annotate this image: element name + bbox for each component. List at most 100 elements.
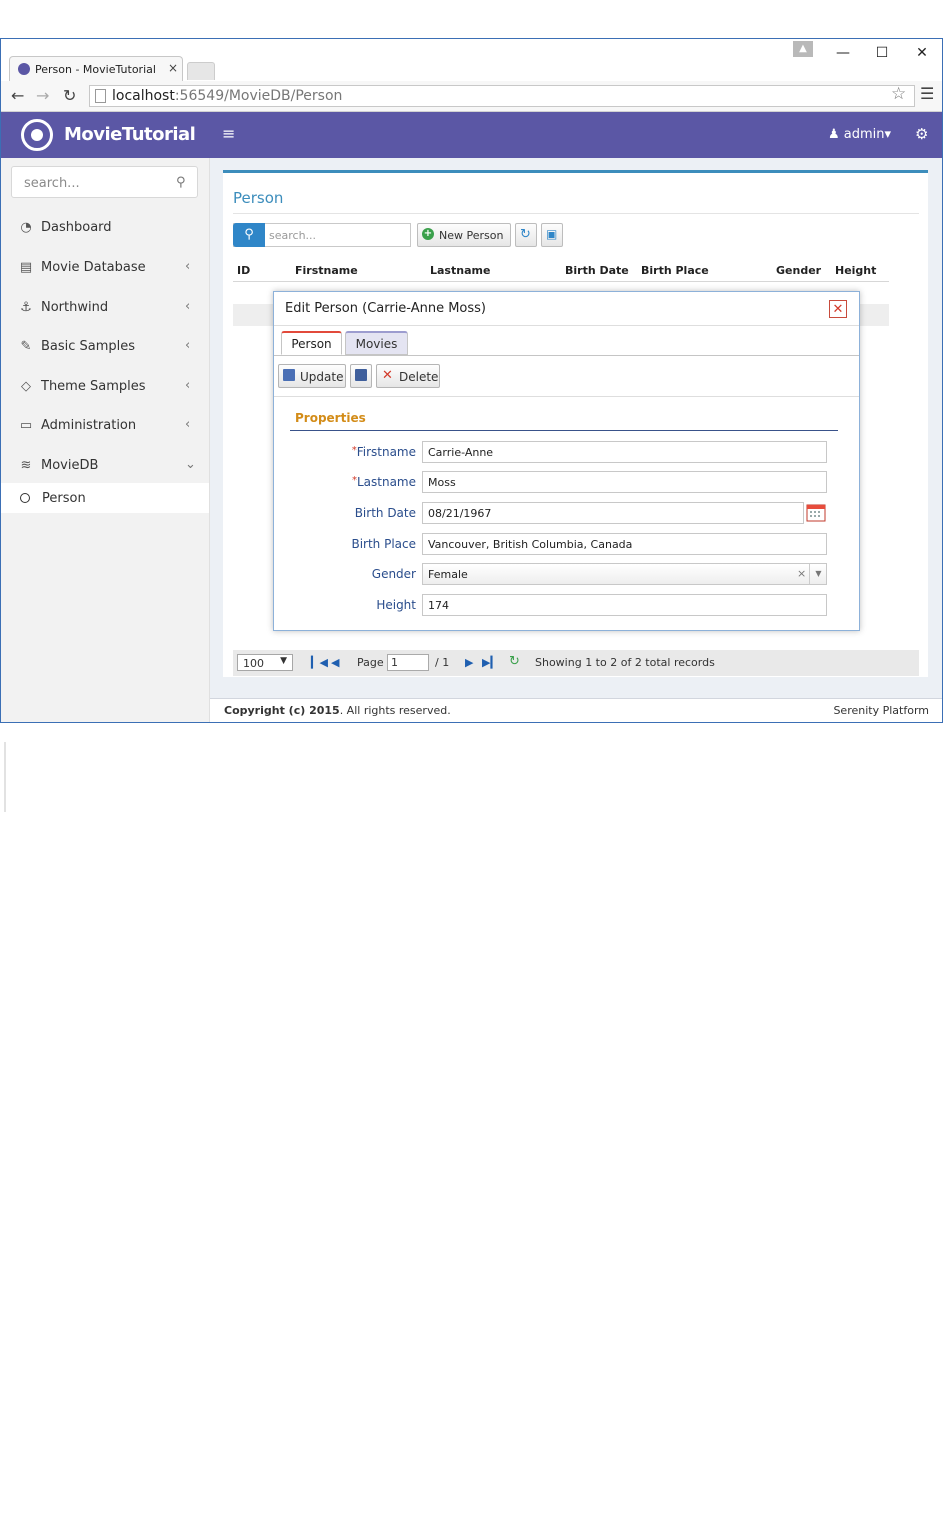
edit-person-dialog: Edit Person (Carrie-Anne Moss) ✕ Person … <box>273 291 860 631</box>
chevron-left-icon: ‹ <box>185 417 191 432</box>
sidebar-item-label: Movie Database <box>41 260 146 275</box>
sidebar-item-northwind[interactable]: ⚓ Northwind ‹ <box>1 289 209 327</box>
sidebar-toggle-icon[interactable]: ≡ <box>222 124 235 143</box>
caret-down-icon: ▼ <box>280 656 287 666</box>
sidebar-subitem-label: Person <box>42 491 86 506</box>
browser-titlebar: Person - MovieTutorial × ▲ — ☐ ✕ <box>1 39 942 82</box>
chevron-left-icon: ‹ <box>185 338 191 353</box>
sidebar-item-movie-database[interactable]: ▤ Movie Database ‹ <box>1 249 209 287</box>
reload-icon[interactable]: ↻ <box>63 86 76 105</box>
title-divider <box>233 213 919 214</box>
sidebar-item-theme-samples[interactable]: ◇ Theme Samples ‹ <box>1 368 209 406</box>
next-page-icon[interactable]: ▶ <box>465 656 473 669</box>
chevron-down-icon[interactable]: ▼ <box>809 564 827 584</box>
column-header-firstname[interactable]: Firstname <box>295 264 358 277</box>
delete-label: Delete <box>399 370 439 384</box>
refresh-button[interactable]: ↻ <box>515 223 537 247</box>
last-page-icon[interactable]: ▶▎ <box>482 656 499 669</box>
column-header-id[interactable]: ID <box>237 264 250 277</box>
birth-date-label: Birth Date <box>354 506 416 520</box>
profile-icon[interactable]: ▲ <box>793 41 813 57</box>
logo-text[interactable]: MovieTutorial <box>64 124 196 145</box>
tab-title: Person - MovieTutorial <box>35 63 156 76</box>
column-header-lastname[interactable]: Lastname <box>430 264 490 277</box>
user-name: admin <box>843 127 885 142</box>
close-window-button[interactable]: ✕ <box>907 43 937 63</box>
pager: 100 ▼ ▎◀ ◀ Page 1 / 1 ▶ ▶▎ ↻ Showing 1 t… <box>233 650 919 676</box>
diamond-icon: ◇ <box>21 379 31 394</box>
update-button[interactable]: Update <box>278 364 346 388</box>
tab-person[interactable]: Person <box>281 331 342 355</box>
sidebar-item-basic-samples[interactable]: ✎ Basic Samples ‹ <box>1 328 209 366</box>
clear-icon[interactable]: × <box>797 567 806 580</box>
delete-icon: ✕ <box>382 368 393 383</box>
dialog-title: Edit Person (Carrie-Anne Moss) <box>285 301 487 316</box>
chevron-left-icon: ‹ <box>185 378 191 393</box>
save-close-icon <box>355 369 367 381</box>
delete-button[interactable]: ✕ Delete <box>376 364 440 388</box>
gear-icon[interactable]: ⚙ <box>915 125 928 143</box>
column-header-birth-place[interactable]: Birth Place <box>641 264 709 277</box>
first-page-icon[interactable]: ▎◀ <box>311 656 328 669</box>
chevron-left-icon: ‹ <box>185 299 191 314</box>
sidebar-item-administration[interactable]: ▭ Administration ‹ <box>1 407 209 445</box>
column-picker-button[interactable]: ▣ <box>541 223 563 247</box>
monitor-icon: ▭ <box>19 418 33 433</box>
dialog-header[interactable]: Edit Person (Carrie-Anne Moss) ✕ <box>274 292 859 326</box>
column-header-height[interactable]: Height <box>835 264 876 277</box>
browser-tab[interactable]: Person - MovieTutorial × <box>9 56 183 82</box>
user-menu[interactable]: ♟ admin▾ <box>828 127 891 142</box>
apply-changes-button[interactable] <box>350 364 372 388</box>
minimize-button[interactable]: — <box>828 43 858 63</box>
gender-select[interactable]: Female × ▼ <box>422 563 827 585</box>
tab-close-icon[interactable]: × <box>168 61 178 75</box>
url-text: localhost:56549/MovieDB/Person <box>112 88 343 104</box>
browser-menu-icon[interactable]: ☰ <box>920 84 934 103</box>
birth-place-label: Birth Place <box>351 537 416 551</box>
add-icon: + <box>422 228 434 240</box>
birth-date-field[interactable]: 08/21/1967 <box>422 502 804 524</box>
sidebar-item-dashboard[interactable]: ◔ Dashboard <box>1 209 209 247</box>
close-icon[interactable]: ✕ <box>829 300 847 318</box>
new-person-button[interactable]: + New Person <box>417 223 511 247</box>
prev-page-icon[interactable]: ◀ <box>331 656 339 669</box>
maximize-button[interactable]: ☐ <box>867 43 897 63</box>
gender-value: Female <box>428 568 468 581</box>
back-arrow-icon[interactable]: ← <box>11 86 24 105</box>
firstname-field[interactable]: Carrie-Anne <box>422 441 827 463</box>
sidebar-search-input[interactable]: search... ⚲ <box>11 166 198 198</box>
search-icon[interactable]: ⚲ <box>233 223 265 247</box>
page-size-select[interactable]: 100 ▼ <box>237 654 293 671</box>
page-total: / 1 <box>435 656 450 669</box>
address-bar[interactable]: localhost:56549/MovieDB/Person <box>89 85 915 107</box>
logo-icon <box>21 119 53 151</box>
sidebar-item-label: Northwind <box>41 300 109 315</box>
column-header-birth-date[interactable]: Birth Date <box>565 264 629 277</box>
page-title: Person <box>233 189 284 207</box>
tab-movies[interactable]: Movies <box>345 331 408 355</box>
new-tab-button[interactable] <box>187 62 215 80</box>
forward-arrow-icon[interactable]: → <box>36 86 49 105</box>
browser-toolbar: ← → ↻ localhost:56549/MovieDB/Person ☆ ☰ <box>1 81 942 112</box>
sidebar-item-label: MovieDB <box>41 458 99 473</box>
lastname-field[interactable]: Moss <box>422 471 827 493</box>
page-number-input[interactable]: 1 <box>387 654 429 671</box>
refresh-icon[interactable]: ↻ <box>509 654 520 669</box>
grid-header: ID Firstname Lastname Birth Date Birth P… <box>233 261 889 282</box>
anchor-icon: ⚓ <box>20 300 32 315</box>
column-header-gender[interactable]: Gender <box>776 264 821 277</box>
sidebar-item-moviedb[interactable]: ≋ MovieDB ⌄ <box>1 447 209 485</box>
search-icon: ⚲ <box>176 175 186 190</box>
sidebar-subitem-person[interactable]: Person <box>1 483 209 513</box>
bookmark-star-icon[interactable]: ☆ <box>891 84 906 104</box>
grid-search-placeholder: search... <box>269 229 317 242</box>
film-icon: ▤ <box>19 260 33 275</box>
grid-search-input[interactable]: ⚲ search... <box>233 223 411 247</box>
calendar-icon[interactable] <box>806 502 826 522</box>
copyright-text: Copyright (c) 2015. All rights reserved. <box>224 704 451 717</box>
birth-place-field[interactable]: Vancouver, British Columbia, Canada <box>422 533 827 555</box>
new-person-label: New Person <box>439 229 504 242</box>
chevron-down-icon: ⌄ <box>185 457 196 472</box>
height-field[interactable]: 174 <box>422 594 827 616</box>
layers-icon: ≋ <box>20 458 32 473</box>
